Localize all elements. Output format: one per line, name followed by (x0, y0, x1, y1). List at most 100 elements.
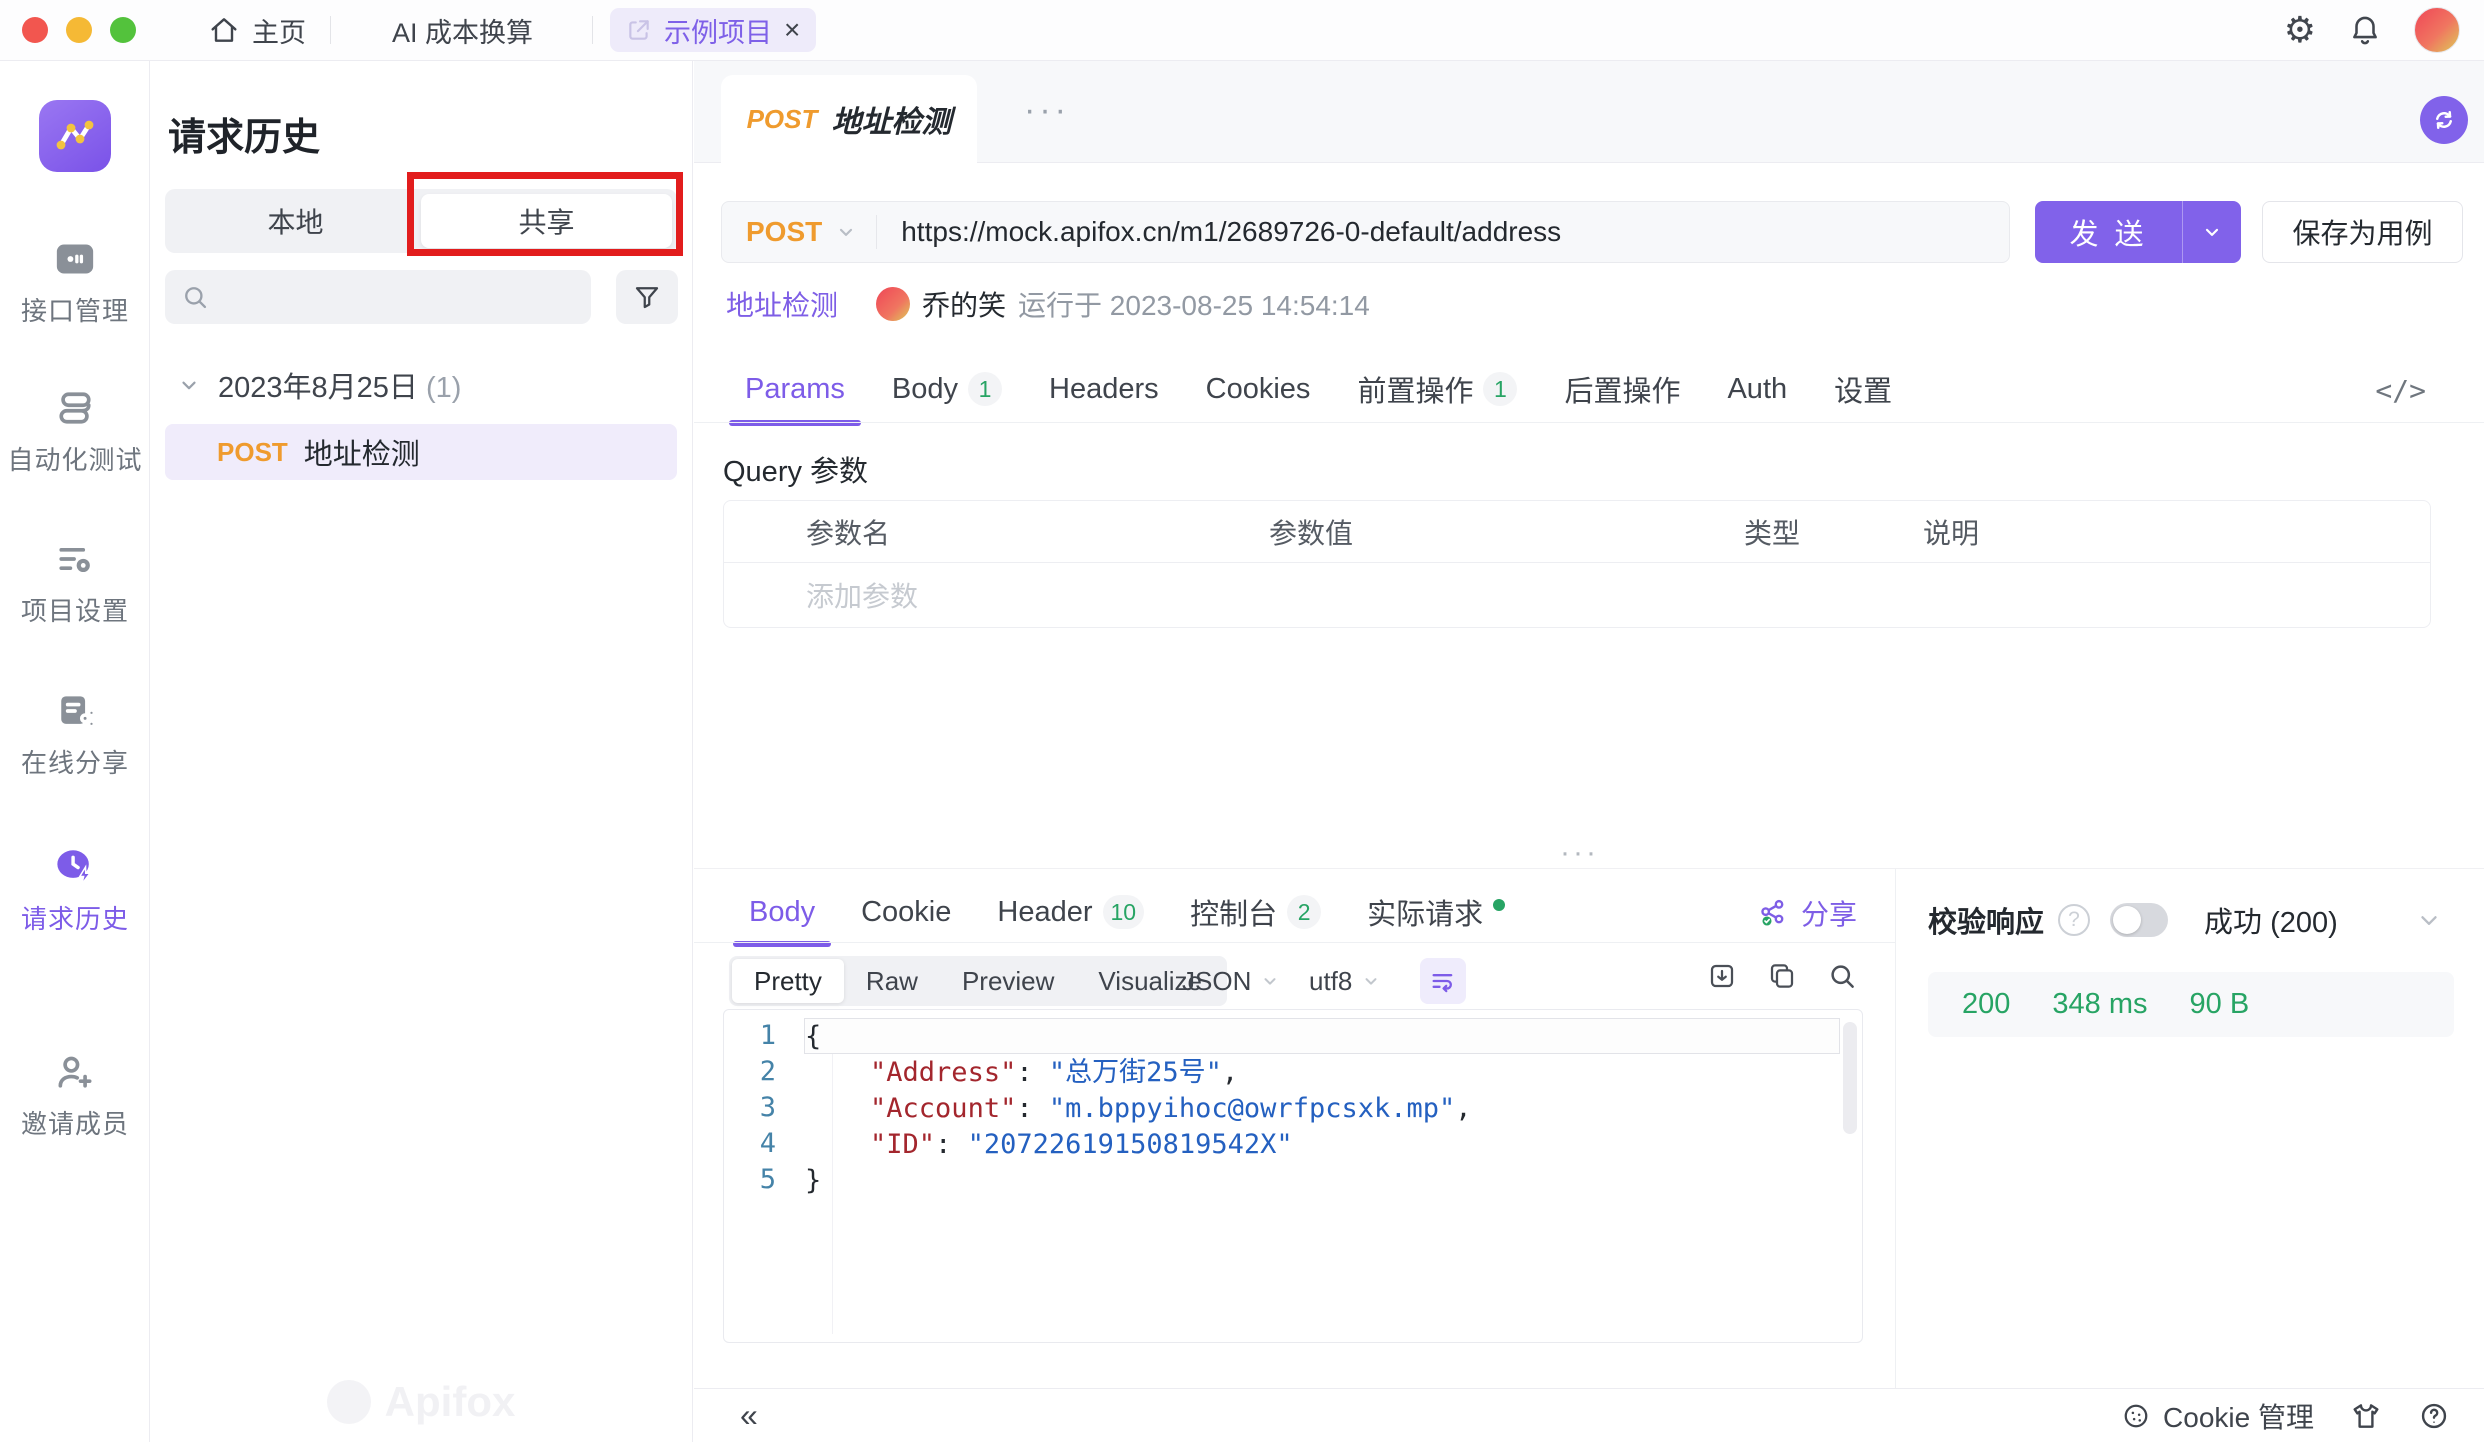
send-options-caret[interactable] (2183, 222, 2241, 242)
response-panel: Body Cookie Header10 控制台2 实际请求 分享 Pretty… (694, 868, 1895, 1388)
sidebar-item-api-management[interactable]: 接口管理 (0, 237, 150, 328)
response-body-editor[interactable]: 1 { 2 "Address": "总万街25号", 3 "Account": … (723, 1009, 1863, 1343)
cookie-manager-button[interactable]: Cookie 管理 (2121, 1396, 2314, 1436)
close-icon[interactable]: × (784, 16, 800, 44)
chevron-down-icon (178, 374, 200, 396)
tab-settings[interactable]: 设置 (1834, 368, 1892, 414)
user-avatar[interactable] (2414, 7, 2460, 53)
help-circle-icon[interactable]: ? (2058, 904, 2090, 936)
api-link[interactable]: 地址检测 (726, 284, 838, 324)
home-label: 主页 (252, 11, 306, 50)
apifox-logo[interactable] (39, 100, 111, 172)
tab-response-cookie[interactable]: Cookie (861, 896, 951, 933)
collapse-sidebar-icon[interactable]: « (740, 1397, 758, 1434)
window-controls (22, 17, 136, 43)
tab-pre-processors[interactable]: 前置操作1 (1357, 368, 1517, 414)
close-window-button[interactable] (22, 17, 48, 43)
tab-cookies[interactable]: Cookies (1206, 373, 1311, 410)
request-doc-tab[interactable]: POST 地址检测 (721, 75, 977, 163)
format-select[interactable]: JSON (1182, 956, 1279, 1006)
validation-status-select[interactable]: 成功 (200) (2204, 899, 2338, 941)
encoding-select[interactable]: utf8 (1309, 956, 1380, 1006)
editor-scrollbar[interactable] (1843, 1022, 1857, 1134)
column-header: 说明 (1923, 512, 2430, 552)
code-icon[interactable]: </> (2375, 374, 2426, 407)
chevron-down-icon[interactable] (836, 222, 856, 242)
code-line: 1 { (724, 1018, 1862, 1054)
share-button[interactable]: 分享 (1757, 893, 1857, 933)
sidebar-item-online-share[interactable]: 在线分享 (0, 689, 150, 780)
pane-splitter-handle[interactable]: ··· (1560, 836, 1599, 870)
response-validation-panel: 校验响应 ? 成功 (200) 200 348 ms 90 B (1895, 868, 2484, 1388)
divider (694, 942, 1895, 943)
history-search[interactable] (165, 270, 591, 324)
more-tabs-button[interactable]: ··· (1024, 91, 1070, 130)
settings-gear-icon[interactable]: ⚙ (2284, 12, 2316, 48)
tab-post-processors[interactable]: 后置操作 (1564, 368, 1680, 414)
column-header: 类型 (1744, 512, 1923, 552)
validation-toggle[interactable] (2110, 903, 2168, 937)
sidebar-item-request-history[interactable]: 请求历史 (0, 843, 150, 936)
sync-arrows-icon (2429, 105, 2459, 135)
save-as-case-button[interactable]: 保存为用例 (2262, 201, 2463, 263)
tab-actual-request[interactable]: 实际请求 (1367, 891, 1505, 937)
maximize-window-button[interactable] (110, 17, 136, 43)
method-badge: POST (217, 437, 288, 468)
cookie-icon (2121, 1401, 2151, 1431)
search-input[interactable] (221, 282, 575, 313)
send-button[interactable]: 发 送 (2035, 201, 2241, 263)
method-select[interactable]: POST (746, 216, 822, 248)
chevron-down-icon (1261, 972, 1279, 990)
sync-button[interactable] (2420, 96, 2468, 144)
tab-body[interactable]: Body1 (892, 372, 1002, 410)
download-icon[interactable] (1707, 961, 1737, 991)
tab-params[interactable]: Params (745, 373, 845, 410)
theme-shirt-icon[interactable] (2350, 1400, 2382, 1432)
minimize-window-button[interactable] (66, 17, 92, 43)
add-param-row[interactable]: 添加参数 (724, 563, 2430, 627)
column-header: 参数值 (1269, 512, 1744, 552)
validation-label: 校验响应 (1928, 899, 2044, 941)
external-window-icon (626, 17, 652, 43)
view-raw[interactable]: Raw (844, 959, 940, 1003)
response-tabs: Body Cookie Header10 控制台2 实际请求 (749, 891, 1505, 937)
word-wrap-button[interactable] (1420, 958, 1466, 1004)
history-item-address-check[interactable]: POST 地址检测 (165, 424, 677, 480)
view-preview[interactable]: Preview (940, 959, 1076, 1003)
window-tab-ai[interactable]: AI 成本换算 (392, 0, 533, 60)
notifications-bell-icon[interactable] (2348, 13, 2382, 47)
body-view-switch: Pretty Raw Preview Visualize (729, 956, 1227, 1006)
tab-console[interactable]: 控制台2 (1190, 891, 1321, 937)
response-size: 90 B (2190, 988, 2250, 1021)
request-url-bar: POST https://mock.apifox.cn/m1/2689726-0… (721, 201, 2010, 263)
tab-headers[interactable]: Headers (1049, 373, 1159, 410)
tab-shared[interactable]: 共享 (421, 194, 672, 248)
apifox-watermark: Apifox (150, 1378, 692, 1426)
tab-response-body[interactable]: Body (749, 896, 815, 933)
chevron-down-icon[interactable] (2416, 907, 2442, 933)
filter-button[interactable] (616, 270, 678, 324)
run-info-row: 地址检测 乔的笑 运行于 2023-08-25 14:54:14 (726, 284, 1370, 324)
settings-stack-icon (53, 537, 97, 581)
help-circle-icon[interactable] (2418, 1400, 2450, 1432)
request-history-panel: 请求历史 本地 共享 2023年8月25日 (1) POST 地址检测 (150, 61, 693, 1442)
project-tab-label: 示例项目 (664, 11, 772, 50)
date-count: (1) (426, 372, 461, 404)
method-badge: POST (747, 104, 818, 135)
response-stats: 200 348 ms 90 B (1928, 972, 2454, 1037)
apifox-watermark-icon (327, 1380, 371, 1424)
sidebar-item-automated-testing[interactable]: 自动化测试 (0, 386, 150, 477)
sidebar-item-invite-members[interactable]: 邀请成员 (0, 1050, 150, 1141)
copy-icon[interactable] (1767, 961, 1797, 991)
tab-response-header[interactable]: Header10 (997, 895, 1144, 933)
tab-auth[interactable]: Auth (1727, 373, 1787, 410)
search-icon[interactable] (1827, 961, 1857, 991)
tab-local[interactable]: 本地 (170, 194, 421, 248)
project-tab[interactable]: 示例项目 × (610, 8, 816, 52)
badge: 10 (1103, 895, 1145, 929)
history-date-group[interactable]: 2023年8月25日 (1) (178, 364, 461, 406)
sidebar-item-project-settings[interactable]: 项目设置 (0, 537, 150, 628)
home-nav[interactable]: 主页 (208, 0, 306, 60)
url-input[interactable]: https://mock.apifox.cn/m1/2689726-0-defa… (901, 216, 1561, 248)
view-pretty[interactable]: Pretty (732, 959, 844, 1003)
